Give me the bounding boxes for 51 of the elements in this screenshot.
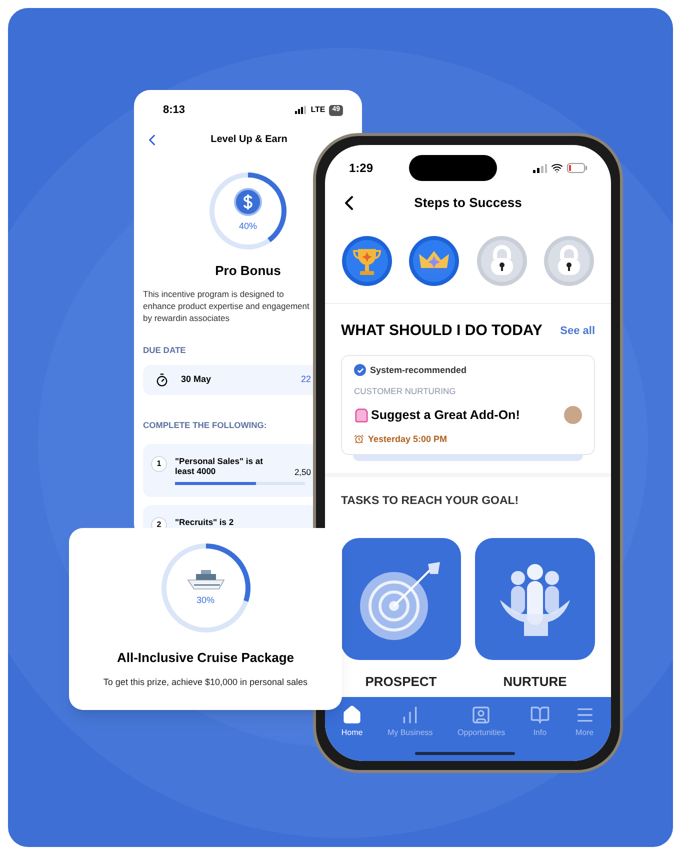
shopping-bag-icon xyxy=(354,408,369,423)
section-heading: WHAT SHOULD I DO TODAY xyxy=(341,321,542,341)
trophy-badge-icon[interactable] xyxy=(341,235,393,287)
contact-card-icon xyxy=(471,705,492,725)
signal-icon xyxy=(294,106,307,114)
screen-title: Level Up & Earn xyxy=(210,133,288,147)
section-heading: COMPLETE THE FOLLOWING: xyxy=(143,418,268,432)
avatar xyxy=(564,406,582,424)
prize-subtitle: To get this prize, achieve $10,000 in personal sales xyxy=(103,676,308,689)
home-icon xyxy=(342,705,362,725)
signal-icon xyxy=(533,164,547,172)
status-time: 1:29 xyxy=(349,160,374,177)
book-icon xyxy=(530,705,550,725)
task-category: CUSTOMER NURTURING xyxy=(354,385,457,398)
nav-tab[interactable]: More xyxy=(574,705,595,739)
crown-badge-icon[interactable] xyxy=(408,235,460,287)
section-heading: TASKS TO REACH YOUR GOAL! xyxy=(340,494,520,509)
requirement-text: "Personal Sales" is at least 4000 xyxy=(175,456,264,476)
tile-label: PROSPECT xyxy=(365,673,437,692)
people-tile[interactable] xyxy=(475,538,595,660)
requirement-value: 2,50 xyxy=(294,466,311,478)
nav-tab[interactable]: My Business xyxy=(387,705,433,739)
nav-tab[interactable]: Opportunities xyxy=(458,705,506,739)
progress-percent: 30% xyxy=(196,594,214,608)
program-title: Pro Bonus xyxy=(214,262,282,280)
nav-tab[interactable]: Info xyxy=(530,705,550,739)
program-description: This incentive program is designed to enhance product expertise and engagement by rewardin associates xyxy=(143,288,310,324)
status-time: 8:13 xyxy=(163,103,186,118)
days-remaining: 22 xyxy=(300,373,311,386)
tile-label: NURTURE xyxy=(503,673,567,692)
due-date: 30 May xyxy=(181,373,212,386)
task-title: Suggest a Great Add-On! xyxy=(371,406,520,424)
step-number: 1 xyxy=(151,456,167,472)
screen-title: Steps to Success xyxy=(413,194,523,212)
network-label: LTE xyxy=(310,104,326,116)
nav-tab[interactable]: Home xyxy=(341,705,363,739)
stopwatch-icon xyxy=(155,372,169,387)
task-time: Yesterday 5:00 PM xyxy=(368,432,448,446)
verified-icon xyxy=(354,364,366,376)
recommendation-tag: System-recommended xyxy=(370,364,467,377)
dollar-icon xyxy=(234,188,262,216)
progress-percent: 40% xyxy=(238,220,257,233)
recommendation-card[interactable]: System-recommended CUSTOMER NURTURING Suggest a Great Add-On! Yesterday 5:00 PM xyxy=(341,354,595,455)
cruise-ship-icon xyxy=(186,568,226,590)
battery-icon xyxy=(567,163,587,173)
requirement-text: "Recruits" is 2 xyxy=(175,517,235,528)
section-heading: DUE DATE xyxy=(143,344,187,357)
prize-title: All-Inclusive Cruise Package xyxy=(116,649,294,667)
alarm-icon xyxy=(354,434,364,444)
target-tile[interactable] xyxy=(341,538,461,660)
see-all-link[interactable]: See all xyxy=(560,323,595,340)
